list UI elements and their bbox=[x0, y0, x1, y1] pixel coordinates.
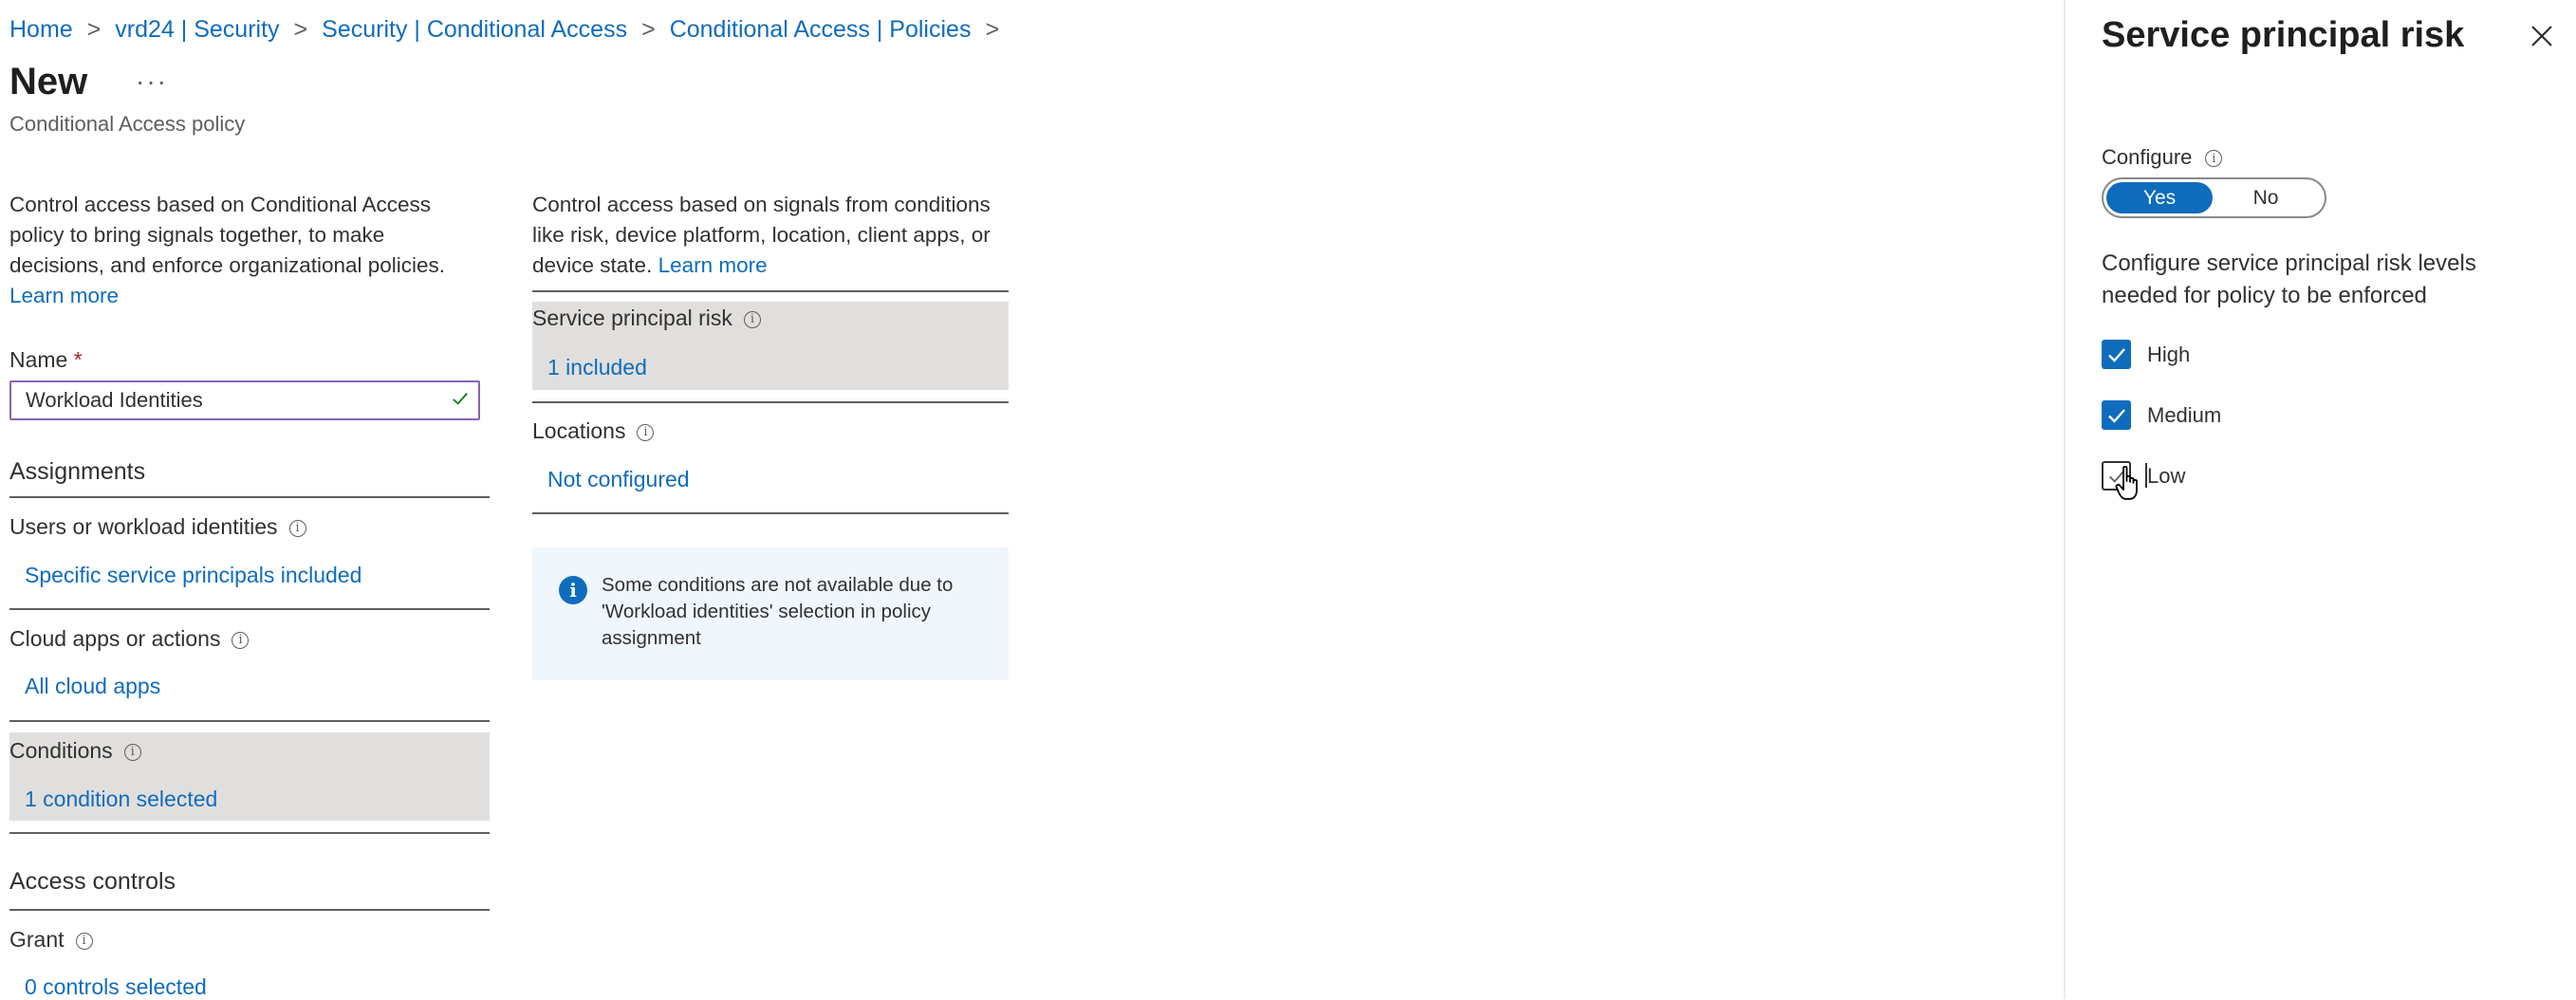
breadcrumb-separator: > bbox=[641, 15, 656, 43]
breadcrumb-separator: > bbox=[86, 15, 102, 43]
users-label-text: Users or workload identities bbox=[9, 514, 278, 539]
policy-name-value: Workload Identities bbox=[26, 388, 203, 412]
cloud-apps-value-link[interactable]: All cloud apps bbox=[25, 674, 160, 699]
service-principal-risk-value-link[interactable]: 1 included bbox=[547, 355, 647, 380]
info-icon[interactable]: i bbox=[2205, 150, 2223, 168]
breadcrumb-policies[interactable]: Conditional Access | Policies bbox=[670, 16, 972, 44]
breadcrumb-conditional-access[interactable]: Security | Conditional Access bbox=[322, 16, 627, 44]
info-icon[interactable]: i bbox=[288, 519, 306, 537]
divider bbox=[532, 401, 1009, 403]
grant-label-text: Grant bbox=[9, 927, 65, 952]
info-icon[interactable]: i bbox=[232, 631, 250, 649]
policy-name-input[interactable]: Workload Identities bbox=[9, 380, 480, 420]
cloud-apps-label: Cloud apps or actions i bbox=[9, 626, 250, 652]
locations-value-link[interactable]: Not configured bbox=[547, 467, 690, 492]
toggle-yes-option[interactable]: Yes bbox=[2106, 182, 2213, 213]
page-title: New bbox=[9, 61, 88, 102]
divider bbox=[9, 608, 490, 610]
learn-more-link[interactable]: Learn more bbox=[658, 253, 768, 277]
service-principal-risk-label: Service principal risk i bbox=[532, 306, 761, 331]
conditions-label-text: Conditions bbox=[9, 738, 113, 763]
conditions-label: Conditions i bbox=[9, 738, 141, 764]
breadcrumb-tenant-security[interactable]: vrd24 | Security bbox=[115, 16, 279, 44]
locations-label: Locations i bbox=[532, 418, 655, 444]
risk-levels-description: Configure service principal risk levels … bbox=[2102, 250, 2476, 308]
breadcrumb-separator: > bbox=[985, 15, 1000, 43]
high-checkbox-label[interactable]: High bbox=[2147, 343, 2190, 367]
name-label: Name * bbox=[9, 347, 83, 373]
checkmark-icon bbox=[2107, 347, 2125, 362]
toggle-no-option[interactable]: No bbox=[2213, 182, 2319, 213]
breadcrumb-home[interactable]: Home bbox=[9, 16, 73, 44]
users-workload-identities-label: Users or workload identities i bbox=[9, 514, 306, 540]
configure-label: Configure i bbox=[2102, 145, 2223, 170]
medium-checkbox[interactable] bbox=[2102, 400, 2131, 430]
grant-value-link[interactable]: 0 controls selected bbox=[25, 974, 207, 1000]
required-indicator: * bbox=[73, 347, 83, 372]
users-value-link[interactable]: Specific service principals included bbox=[25, 563, 361, 588]
spr-label-text: Service principal risk bbox=[532, 306, 732, 330]
panel-title: Service principal risk bbox=[2102, 15, 2465, 55]
conditions-value-link[interactable]: 1 condition selected bbox=[25, 787, 217, 812]
hand-pointer-cursor-icon bbox=[2115, 465, 2138, 500]
close-icon[interactable] bbox=[2529, 23, 2555, 49]
info-icon[interactable]: i bbox=[75, 932, 93, 950]
service-principal-risk-panel: Service principal risk Configure i Yes No… bbox=[2064, 0, 2576, 999]
assignments-heading: Assignments bbox=[9, 458, 146, 485]
assignments-divider bbox=[9, 496, 490, 498]
configure-label-text: Configure bbox=[2102, 145, 2193, 169]
policy-description-text: Control access based on Conditional Acce… bbox=[9, 193, 446, 277]
page-subtitle: Conditional Access policy bbox=[9, 112, 246, 136]
divider bbox=[532, 290, 1009, 292]
info-filled-icon: i bbox=[559, 576, 587, 604]
name-label-text: Name bbox=[9, 347, 68, 372]
checkmark-icon bbox=[2107, 408, 2125, 423]
breadcrumb-separator: > bbox=[293, 15, 308, 43]
low-checkbox-label[interactable]: Low bbox=[2147, 464, 2185, 489]
access-controls-heading: Access controls bbox=[9, 868, 176, 895]
valid-checkmark-icon bbox=[453, 393, 468, 405]
learn-more-link[interactable]: Learn more bbox=[9, 284, 119, 307]
info-icon[interactable]: i bbox=[637, 423, 655, 441]
configure-toggle[interactable]: Yes No bbox=[2102, 177, 2326, 218]
conditions-description: Control access based on signals from con… bbox=[532, 190, 1016, 281]
info-icon[interactable]: i bbox=[123, 743, 141, 761]
divider bbox=[9, 720, 490, 722]
locations-label-text: Locations bbox=[532, 418, 626, 443]
info-notice: i Some conditions are not available due … bbox=[532, 547, 1009, 680]
more-options-ellipsis-icon[interactable]: ··· bbox=[136, 66, 168, 97]
cloud-apps-label-text: Cloud apps or actions bbox=[9, 626, 221, 651]
high-checkbox[interactable] bbox=[2102, 340, 2131, 369]
notice-text: Some conditions are not available due to… bbox=[602, 574, 954, 649]
info-icon[interactable]: i bbox=[743, 310, 761, 328]
medium-checkbox-label[interactable]: Medium bbox=[2147, 403, 2221, 428]
policy-description: Control access based on Conditional Acce… bbox=[9, 190, 474, 311]
divider bbox=[532, 512, 1009, 514]
grant-label: Grant i bbox=[9, 927, 93, 953]
access-controls-divider bbox=[9, 909, 490, 911]
breadcrumb: Home > vrd24 | Security > Security | Con… bbox=[9, 13, 1013, 46]
divider bbox=[9, 832, 490, 834]
